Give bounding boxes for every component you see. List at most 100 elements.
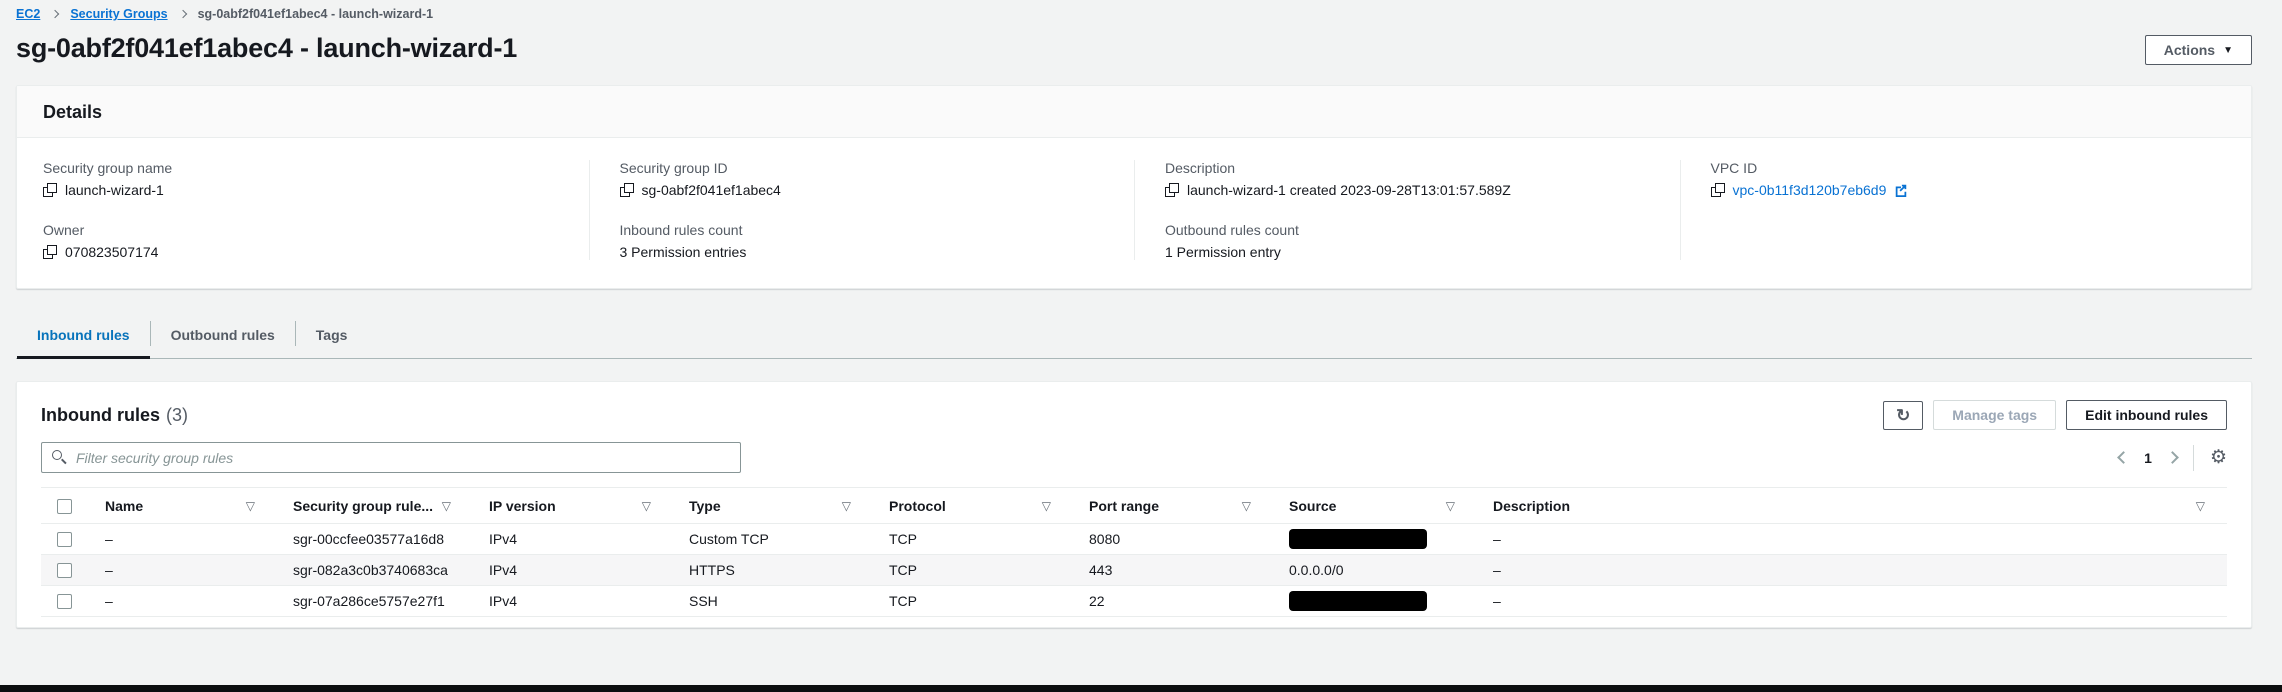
detail-field-security-group-id: Security group IDsg-0abf2f041ef1abec4: [620, 160, 1105, 198]
row-checkbox[interactable]: [57, 594, 72, 609]
edit-inbound-rules-button[interactable]: Edit inbound rules: [2066, 400, 2227, 430]
select-all-checkbox[interactable]: [57, 499, 72, 514]
table-cell: –: [1477, 555, 2227, 586]
table-cell: –: [89, 586, 277, 617]
tab-inbound-rules[interactable]: Inbound rules: [17, 317, 150, 359]
column-header-label: Security group rule...: [293, 498, 433, 514]
details-grid: Security group namelaunch-wizard-1Owner0…: [17, 138, 2251, 288]
details-column: Security group IDsg-0abf2f041ef1abec4 Inb…: [589, 160, 1135, 260]
column-header-label: Name: [105, 498, 143, 514]
column-header-label: Description: [1493, 498, 1570, 514]
table-cell: –: [89, 524, 277, 555]
copy-icon[interactable]: [43, 183, 57, 197]
detail-label: Description: [1165, 160, 1650, 176]
breadcrumb: EC2 Security Groups sg-0abf2f041ef1abec4…: [16, 0, 2252, 21]
row-checkbox[interactable]: [57, 532, 72, 547]
row-select-cell: [41, 586, 89, 617]
filter-icon[interactable]: ▽: [1242, 499, 1251, 513]
detail-value: 070823507174: [43, 244, 559, 260]
column-header-label: Port range: [1089, 498, 1159, 514]
tabs-container: Inbound rulesOutbound rulesTags: [16, 317, 2252, 359]
actions-button[interactable]: Actions ▼: [2145, 35, 2252, 65]
column-header-inner: Protocol▽: [889, 498, 1065, 514]
filter-icon[interactable]: ▽: [1042, 499, 1051, 513]
table-cell: 8080: [1073, 524, 1273, 555]
table-cell: sgr-07a286ce5757e27f1: [277, 586, 473, 617]
detail-label: Inbound rules count: [620, 222, 1105, 238]
detail-field-description: Description launch-wizard-1 created 2023-…: [1165, 160, 1650, 198]
breadcrumb-link-ec2[interactable]: EC2: [16, 7, 40, 21]
detail-field-inbound-rules-count: Inbound rules count3 Permission entries: [620, 222, 1105, 260]
detail-value: 1 Permission entry: [1165, 244, 1650, 260]
filter-input[interactable]: [41, 442, 741, 473]
column-header-source[interactable]: Source ▽: [1273, 488, 1477, 524]
gear-icon[interactable]: ⚙: [2210, 448, 2227, 467]
details-column: Description launch-wizard-1 created 2023-…: [1134, 160, 1680, 260]
vpc-link[interactable]: vpc-0b11f3d120b7eb6d9: [1733, 182, 1887, 198]
column-header-description[interactable]: Description ▽: [1477, 488, 2227, 524]
column-header-inner: IP version▽: [489, 498, 665, 514]
filter-icon[interactable]: ▽: [642, 499, 651, 513]
detail-label: Owner: [43, 222, 559, 238]
table-cell: TCP: [873, 586, 1073, 617]
column-header-inner: Source ▽: [1289, 498, 1469, 514]
table-cell: 22: [1073, 586, 1273, 617]
search-box: [41, 442, 741, 473]
redacted-value: [1289, 529, 1427, 549]
pagination: 1 ⚙: [2119, 445, 2227, 471]
filter-icon[interactable]: ▽: [246, 499, 255, 513]
table-row: –sgr-07a286ce5757e27f1IPv4SSHTCP22–: [41, 586, 2227, 617]
breadcrumb-link-security-groups[interactable]: Security Groups: [70, 7, 167, 21]
tab-tags[interactable]: Tags: [296, 317, 368, 359]
filter-row: 1 ⚙: [41, 442, 2227, 473]
column-header-port-range[interactable]: Port range ▽: [1073, 488, 1273, 524]
copy-icon[interactable]: [620, 183, 634, 197]
detail-value-text: 1 Permission entry: [1165, 244, 1281, 260]
refresh-icon: ↻: [1896, 407, 1910, 424]
filter-icon[interactable]: ▽: [842, 499, 851, 513]
table-cell: 0.0.0.0/0: [1273, 555, 1477, 586]
inbound-rules-card: Inbound rules (3) ↻ Manage tags Edit inbo…: [16, 381, 2252, 628]
column-header-ip-version[interactable]: IP version▽: [473, 488, 673, 524]
column-header-protocol[interactable]: Protocol▽: [873, 488, 1073, 524]
external-link-icon[interactable]: [1894, 183, 1908, 197]
column-header-name[interactable]: Name ▽: [89, 488, 277, 524]
inbound-rules-header: Inbound rules (3) ↻ Manage tags Edit inbo…: [41, 400, 2227, 430]
copy-icon[interactable]: [43, 245, 57, 259]
filter-icon[interactable]: ▽: [1446, 499, 1455, 513]
pagination-divider: [2193, 445, 2194, 471]
tab-outbound-rules[interactable]: Outbound rules: [151, 317, 295, 359]
filter-icon[interactable]: ▽: [442, 499, 451, 513]
current-page-number[interactable]: 1: [2144, 450, 2152, 466]
column-header-inner: Description ▽: [1493, 498, 2219, 514]
detail-value: launch-wizard-1 created 2023-09-28T13:01…: [1165, 182, 1650, 198]
detail-field-owner: Owner 070823507174: [43, 222, 559, 260]
copy-icon[interactable]: [1711, 183, 1725, 197]
column-header-inner: Port range ▽: [1089, 498, 1265, 514]
column-header-inner: Security group rule... ▽: [293, 498, 465, 514]
previous-page-icon[interactable]: [2117, 451, 2130, 464]
table-cell: sgr-082a3c0b3740683ca: [277, 555, 473, 586]
row-select-cell: [41, 555, 89, 586]
table-cell: SSH: [673, 586, 873, 617]
inbound-rules-table: Name▽Security group rule...▽IP version▽T…: [41, 487, 2227, 617]
column-header-label: Source: [1289, 498, 1336, 514]
inbound-rules-count: (3): [166, 405, 188, 425]
next-page-icon[interactable]: [2166, 451, 2179, 464]
detail-label: Security group ID: [620, 160, 1105, 176]
row-checkbox[interactable]: [57, 563, 72, 578]
copy-icon[interactable]: [1165, 183, 1179, 197]
column-header-type[interactable]: Type▽: [673, 488, 873, 524]
table-cell: IPv4: [473, 586, 673, 617]
manage-tags-button[interactable]: Manage tags: [1933, 400, 2056, 430]
screen-bottom-edge: [0, 685, 2282, 692]
column-header-security-group-rule[interactable]: Security group rule... ▽: [277, 488, 473, 524]
refresh-button[interactable]: ↻: [1883, 401, 1923, 430]
filter-icon[interactable]: ▽: [2196, 499, 2205, 513]
table-cell: HTTPS: [673, 555, 873, 586]
inbound-rules-title: Inbound rules: [41, 405, 160, 425]
detail-value: vpc-0b11f3d120b7eb6d9: [1711, 182, 2196, 198]
title-row: sg-0abf2f041ef1abec4 - launch-wizard-1 A…: [16, 33, 2252, 65]
detail-label: VPC ID: [1711, 160, 2196, 176]
actions-button-label: Actions: [2164, 42, 2215, 58]
